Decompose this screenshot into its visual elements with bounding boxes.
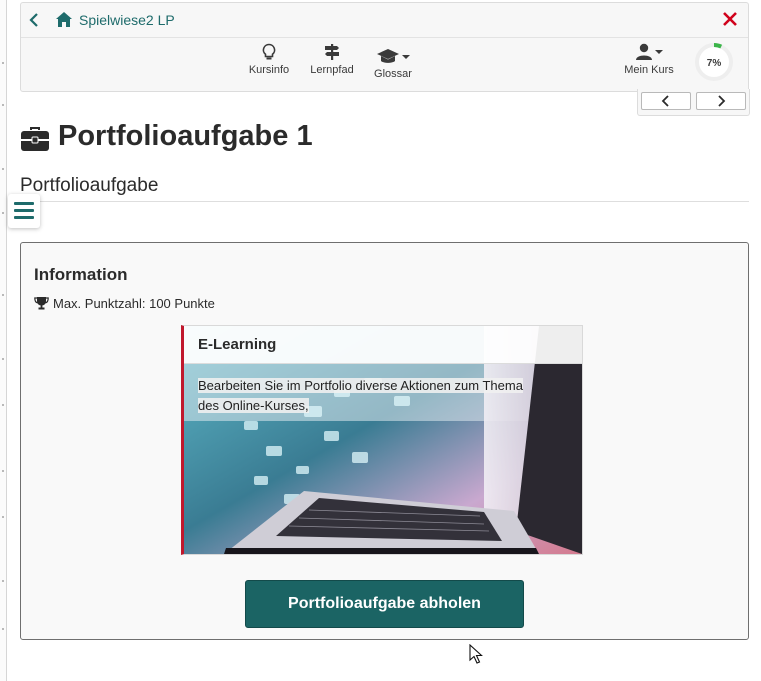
panel-heading: Information (34, 265, 128, 284)
toolbar-glossar[interactable]: Glossar (358, 45, 428, 89)
chevron-left-icon[interactable] (28, 11, 42, 29)
toolbar-label: Glossar (374, 68, 412, 80)
fetch-portfolio-task-button[interactable]: Portfolioaufgabe abholen (245, 580, 524, 628)
signpost-icon (325, 44, 339, 60)
page-title: Portfolioaufgabe 1 (58, 120, 313, 152)
lightbulb-icon (262, 43, 276, 60)
graduation-cap-icon (377, 49, 410, 63)
pager (637, 89, 750, 116)
close-icon[interactable] (721, 10, 739, 28)
card-text-line: des Online-Kurses, (198, 398, 309, 413)
card-header: E-Learning (184, 326, 582, 364)
course-title[interactable]: Spielwiese2 LP (79, 12, 175, 28)
previous-button[interactable] (641, 92, 691, 110)
card-text-line: Bearbeiten Sie im Portfolio diverse Akti… (198, 378, 523, 393)
chevron-left-icon (661, 95, 669, 107)
toolbar-lernpfad[interactable]: Lernpfad (297, 41, 367, 85)
toolbar-kursinfo[interactable]: Kursinfo (234, 41, 304, 85)
toolbar-label: Kursinfo (248, 64, 290, 76)
user-icon (636, 43, 663, 60)
mouse-cursor-icon (469, 644, 483, 664)
information-panel: Information Max. Punktzahl: 100 Punkte E… (20, 242, 749, 640)
card-title: E-Learning (198, 336, 277, 353)
progress-label: 7% (707, 58, 722, 69)
progress-indicator[interactable]: 7% (693, 41, 735, 83)
next-button[interactable] (696, 92, 746, 110)
progress-ring: 7% (695, 43, 733, 81)
menu-toggle-button[interactable] (8, 194, 40, 228)
card-description: Bearbeiten Sie im Portfolio diverse Akti… (198, 376, 558, 416)
toolbar-label: Lernpfad (310, 64, 354, 76)
e-learning-card: E-Learning Bearbeiten Sie im Portfolio d… (181, 325, 583, 555)
page-subtitle: Portfolioaufgabe (20, 175, 159, 196)
my-course-label: Mein Kurs (624, 64, 674, 76)
course-title-row: Spielwiese2 LP (21, 3, 748, 38)
chevron-right-icon (718, 95, 726, 107)
trophy-icon (34, 297, 49, 310)
my-course-menu[interactable]: Mein Kurs (614, 41, 684, 85)
max-points: Max. Punktzahl: 100 Punkte (34, 296, 215, 311)
course-top-bar: Spielwiese2 LP Kursinfo Lernpfad Glossar (20, 2, 749, 92)
briefcase-icon (21, 127, 49, 151)
left-gutter (0, 0, 7, 681)
divider (20, 201, 749, 202)
home-icon[interactable] (55, 11, 73, 29)
max-points-text: Max. Punktzahl: 100 Punkte (53, 296, 215, 311)
